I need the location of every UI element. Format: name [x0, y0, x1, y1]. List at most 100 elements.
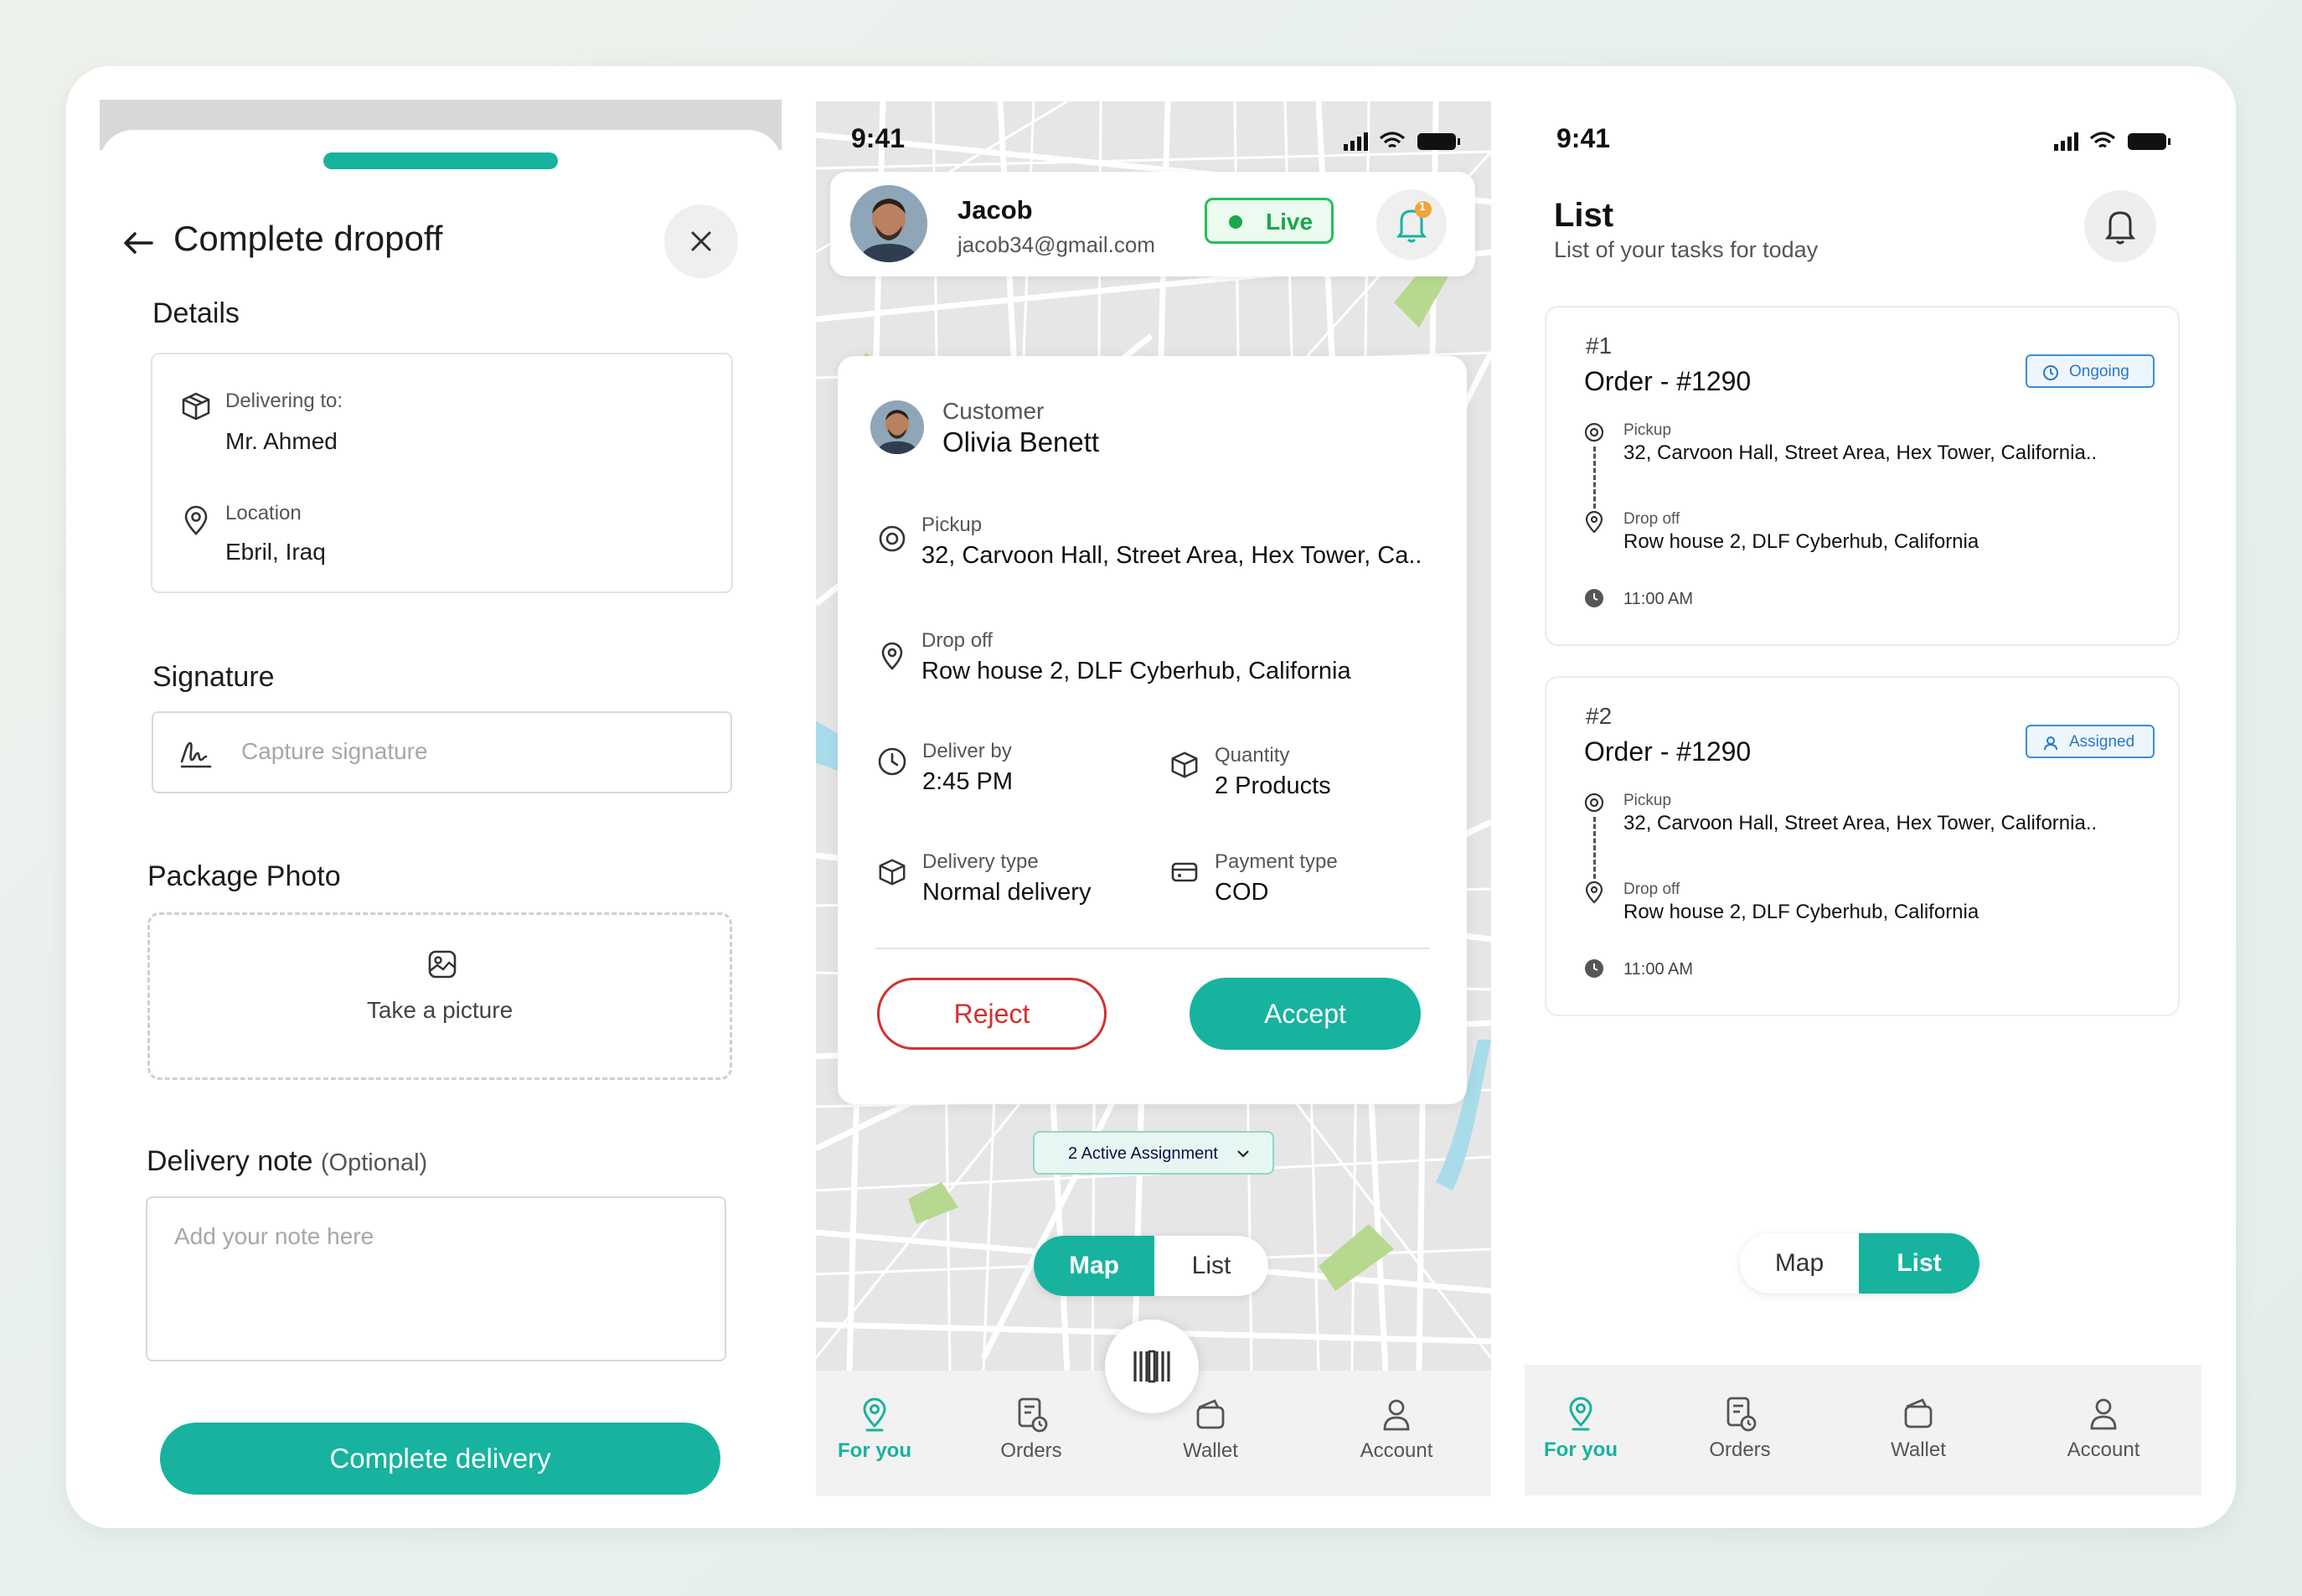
scan-barcode-button[interactable] — [1105, 1320, 1199, 1413]
customer-name: Olivia Benett — [942, 426, 1100, 457]
delivery-note-input[interactable]: Add your note here — [146, 1196, 726, 1361]
location-value: Ebril, Iraq — [225, 539, 326, 565]
pickup-icon — [1584, 422, 1604, 442]
delivery-type-value: Normal delivery — [922, 879, 1092, 906]
nav-orders-label: Orders — [1709, 1438, 1771, 1461]
optional-label: (Optional) — [320, 1149, 428, 1176]
status-badge: Assigned — [2026, 725, 2155, 758]
toggle-map[interactable]: Map — [1034, 1236, 1154, 1296]
nav-orders-label: Orders — [1000, 1439, 1062, 1462]
live-label: Live — [1266, 209, 1314, 235]
dropoff-label: Drop off — [1623, 881, 1680, 898]
payment-icon — [1169, 857, 1200, 887]
bottom-sheet: Complete dropoff Details Delivering to: … — [100, 130, 782, 1497]
nav-account[interactable]: Account — [2041, 1395, 2166, 1462]
orders-icon — [1726, 1397, 1757, 1432]
page-title: Complete dropoff — [173, 219, 443, 258]
pickup-label: Pickup — [1623, 421, 1672, 439]
details-box: Delivering to: Mr. Ahmed Location Ebril,… — [151, 353, 733, 593]
signature-placeholder: Capture signature — [241, 738, 428, 764]
clock-icon — [877, 746, 907, 777]
nav-for-you[interactable]: For you — [816, 1396, 933, 1463]
dropoff-value: Row house 2, DLF Cyberhub, California — [921, 658, 1351, 684]
page-subtitle: List of your tasks for today — [1554, 237, 1819, 262]
dropoff-label: Drop off — [921, 629, 993, 652]
delivery-note-heading: Delivery note (Optional) — [147, 1145, 427, 1178]
driver-avatar[interactable] — [850, 185, 927, 262]
nav-account-label: Account — [1360, 1439, 1433, 1462]
toggle-list[interactable]: List — [1859, 1233, 1979, 1294]
active-assignment-label: 2 Active Assignment — [1068, 1144, 1218, 1163]
account-icon — [1383, 1399, 1410, 1431]
deliver-by-value: 2:45 PM — [922, 768, 1013, 795]
task-card[interactable]: #2 Order - #1290 Assigned Pickup 32, Car… — [1545, 676, 2180, 1016]
clock-icon — [2043, 365, 2058, 380]
wallet-icon — [1904, 1398, 1933, 1428]
bell-icon — [1396, 201, 1432, 243]
complete-delivery-button[interactable]: Complete delivery — [160, 1423, 720, 1495]
notification-button[interactable] — [2084, 190, 2156, 262]
signature-field[interactable]: Capture signature — [152, 711, 732, 793]
accept-button[interactable]: Accept — [1190, 978, 1421, 1050]
wallet-icon — [1196, 1399, 1225, 1429]
dropoff-value: Row house 2, DLF Cyberhub, California — [1623, 530, 1979, 553]
clock-icon — [1585, 589, 1603, 607]
sheet-handle[interactable] — [323, 152, 558, 169]
task-time: 11:00 AM — [1623, 960, 1694, 979]
live-dot — [1229, 215, 1242, 229]
dropoff-pin-icon — [1585, 510, 1603, 534]
take-picture-area[interactable]: Take a picture — [147, 912, 732, 1080]
pickup-value: 32, Carvoon Hall, Street Area, Hex Tower… — [921, 542, 1422, 569]
bottom-nav: For you Orders Wallet Account — [1525, 1365, 2201, 1495]
chevron-down-icon — [1237, 1150, 1249, 1158]
customer-avatar — [870, 400, 924, 454]
nav-orders[interactable]: Orders — [1681, 1395, 1799, 1462]
user-icon — [2044, 736, 2057, 751]
map-list-toggle: Map List — [1740, 1233, 1979, 1294]
account-icon — [2090, 1398, 2117, 1430]
nav-for-you-label: For you — [1544, 1438, 1618, 1461]
active-assignment-dropdown[interactable]: 2 Active Assignment — [1033, 1131, 1274, 1175]
orders-icon — [1018, 1397, 1048, 1433]
status-time: 9:41 — [1556, 123, 1611, 153]
location-pin-icon — [180, 504, 212, 536]
close-button[interactable] — [664, 204, 738, 278]
task-card[interactable]: #1 Order - #1290 Ongoing Pickup 32, Carv… — [1545, 306, 2180, 646]
nav-wallet[interactable]: Wallet — [1860, 1395, 1977, 1462]
notification-button[interactable]: 1 — [1376, 189, 1447, 260]
bell-icon — [2105, 211, 2135, 245]
note-placeholder: Add your note here — [174, 1223, 374, 1249]
nav-account[interactable]: Account — [1338, 1396, 1455, 1463]
nav-orders[interactable]: Orders — [973, 1396, 1090, 1463]
status-label: Assigned — [2069, 733, 2135, 751]
pickup-value: 32, Carvoon Hall, Street Area, Hex Tower… — [1623, 812, 2098, 834]
divider — [875, 948, 1430, 949]
back-arrow-icon[interactable] — [121, 226, 155, 260]
order-request-card: Customer Olivia Benett Pickup 32, Carvoo… — [838, 356, 1467, 1104]
toggle-list[interactable]: List — [1154, 1236, 1268, 1296]
nav-for-you[interactable]: For you — [1525, 1395, 1637, 1462]
driver-email: jacob34@gmail.com — [957, 232, 1155, 257]
location-pin-icon — [863, 1397, 886, 1432]
close-icon — [691, 231, 711, 251]
pickup-label: Pickup — [921, 514, 983, 536]
live-status-badge[interactable]: Live — [1205, 198, 1334, 244]
delivery-note-label: Delivery note — [147, 1145, 313, 1177]
location-pin-icon — [1569, 1397, 1592, 1431]
page-title: List — [1554, 197, 1614, 234]
status-icons — [2054, 130, 2180, 156]
dropoff-label: Drop off — [1623, 510, 1680, 528]
quantity-value: 2 Products — [1215, 772, 1331, 799]
task-number: #2 — [1586, 703, 1613, 729]
driver-header: Jacob jacob34@gmail.com Live 1 — [830, 172, 1475, 276]
reject-button[interactable]: Reject — [877, 978, 1107, 1050]
delivering-to-value: Mr. Ahmed — [225, 428, 338, 454]
map-list-toggle: Map List — [1034, 1236, 1268, 1296]
nav-account-label: Account — [2067, 1438, 2140, 1461]
toggle-map[interactable]: Map — [1740, 1233, 1859, 1294]
route-line — [1593, 817, 1596, 879]
task-time: 11:00 AM — [1623, 590, 1694, 608]
pickup-value: 32, Carvoon Hall, Street Area, Hex Tower… — [1623, 442, 2098, 464]
dropoff-pin-icon — [877, 641, 907, 671]
dropoff-pin-icon — [1585, 881, 1603, 904]
